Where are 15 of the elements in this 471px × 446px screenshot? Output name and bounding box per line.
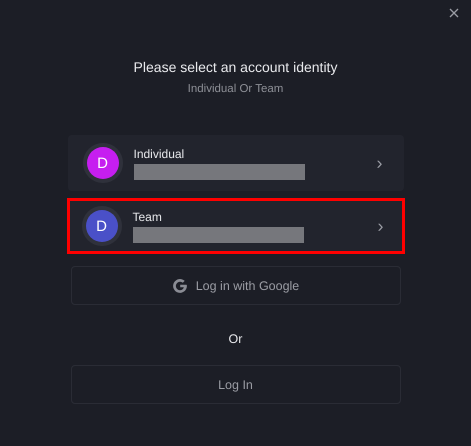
login-button[interactable]: Log In	[70, 365, 400, 404]
dialog-title: Please select an account identity	[134, 59, 338, 75]
account-option[interactable]: D Individual ›	[68, 135, 404, 191]
dialog-subtitle: Individual Or Team	[188, 83, 284, 95]
account-option[interactable]: D Team ›	[66, 198, 404, 254]
account-name: Individual	[134, 146, 186, 160]
google-login-button[interactable]: Log in with Google	[70, 266, 400, 305]
chevron-icon: ›	[378, 216, 384, 236]
close-icon[interactable]	[449, 8, 459, 18]
separator-text: Or	[228, 332, 242, 346]
google-icon	[172, 278, 188, 294]
avatar: D	[86, 147, 118, 179]
chevron-icon: ›	[376, 152, 382, 174]
avatar: D	[86, 210, 118, 242]
account-name: Team	[132, 210, 163, 224]
